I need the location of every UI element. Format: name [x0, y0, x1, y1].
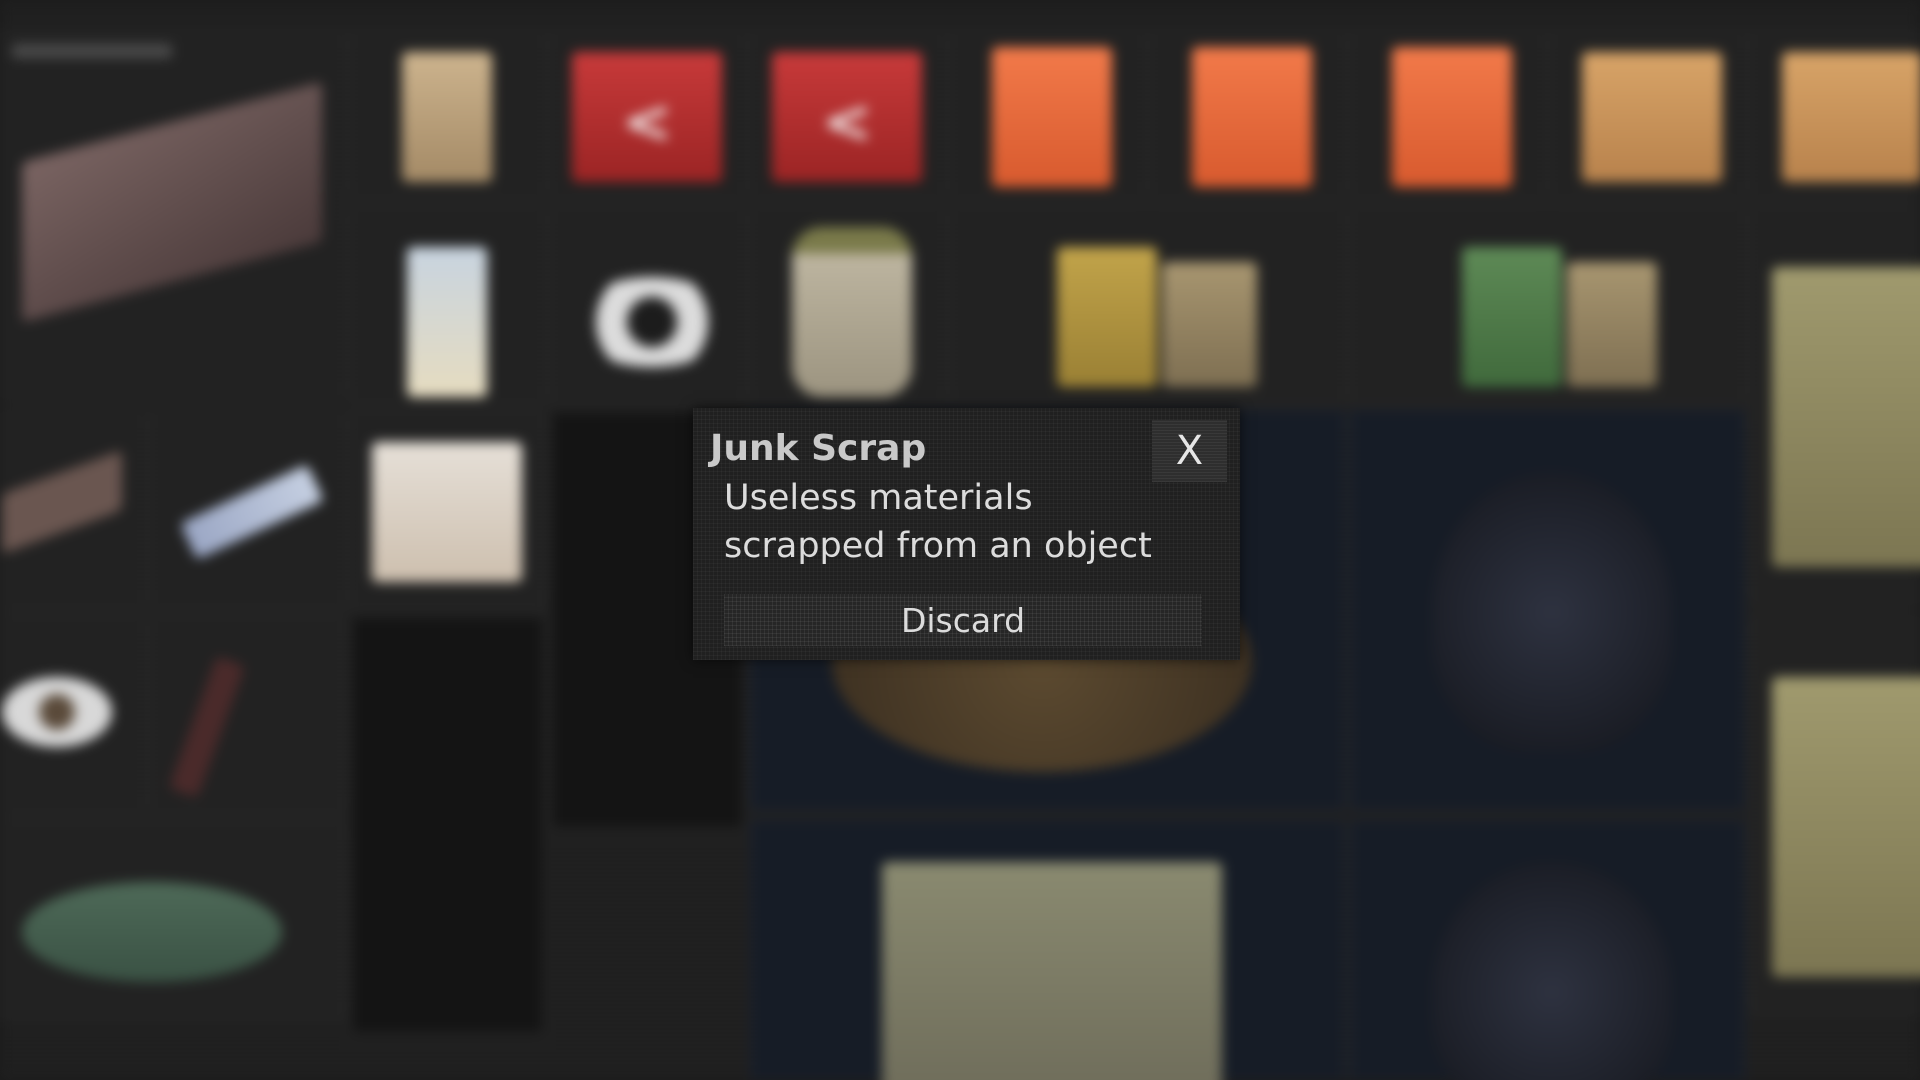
close-icon: X [1175, 428, 1204, 474]
item-info-popup: Junk Scrap X Useless materials scrapped … [693, 408, 1240, 660]
item-description-line: Useless materials [724, 478, 1033, 518]
yellow-box-item [1057, 247, 1157, 387]
inventory-slot[interactable] [1550, 30, 1745, 200]
orange-pack-item [1392, 47, 1512, 187]
inventory-slot[interactable]: < [750, 30, 945, 200]
discard-button-label: Discard [900, 600, 1026, 640]
wood-item [2, 450, 122, 554]
inventory-slot[interactable] [550, 205, 745, 405]
item-label [12, 44, 172, 58]
inventory-slot[interactable]: < [550, 30, 745, 200]
tan-pack-item [1782, 52, 1920, 182]
inventory-slot[interactable] [0, 410, 145, 610]
inventory-slot[interactable] [350, 30, 545, 200]
inventory-slot[interactable] [350, 410, 545, 610]
inventory-slot[interactable] [0, 615, 145, 815]
item-description: Useless materials scrapped from an objec… [724, 474, 1204, 570]
inventory-slot[interactable] [750, 820, 1345, 1080]
inventory-slot-empty[interactable] [350, 615, 545, 1035]
discard-button[interactable]: Discard [724, 594, 1202, 646]
chevron-left-icon: < [822, 87, 873, 157]
gear-icon [572, 277, 732, 367]
close-button[interactable]: X [1152, 420, 1227, 482]
inventory-slot[interactable] [0, 820, 345, 1020]
orange-pack-item [992, 47, 1112, 187]
inventory-slot[interactable] [1750, 30, 1920, 200]
brown-box-item [1162, 262, 1257, 387]
cloth-item [372, 442, 522, 582]
inventory-slot[interactable] [1750, 615, 1920, 1015]
inventory-slot[interactable] [150, 615, 345, 815]
inventory-slot[interactable] [1350, 820, 1745, 1080]
inventory-slot[interactable] [1750, 205, 1920, 605]
wood-planks-item [22, 81, 322, 323]
tape-roll-item [2, 677, 112, 747]
brown-box-item [1567, 262, 1657, 387]
inventory-slot[interactable] [1350, 30, 1545, 200]
ammo-box-item [1772, 677, 1920, 977]
item-title: Junk Scrap [710, 428, 927, 469]
ammo-box-item [1772, 267, 1920, 567]
chevron-left-icon: < [622, 87, 673, 157]
vest-item [882, 862, 1222, 1080]
knife-item [180, 464, 324, 560]
inventory-slot[interactable] [1350, 410, 1745, 810]
stick-item [168, 656, 246, 798]
inventory-slot[interactable] [950, 205, 1345, 405]
inventory-slot[interactable] [750, 205, 945, 405]
tan-pack-item [1582, 52, 1722, 182]
paper-bag-item [402, 52, 492, 182]
inventory-slot[interactable] [150, 410, 345, 610]
orange-pack-item [1192, 47, 1312, 187]
inventory-slot[interactable] [1150, 30, 1345, 200]
bottle-item [407, 247, 487, 397]
inventory-slot[interactable] [350, 205, 545, 405]
item-description-line: scrapped from an object [724, 526, 1152, 566]
helmet-item [1432, 862, 1672, 1080]
inventory-slot[interactable] [1350, 205, 1745, 405]
helmet-item [1432, 472, 1672, 752]
green-box-item [1462, 247, 1562, 387]
cloth-roll-item [22, 882, 282, 982]
jar-item [792, 227, 912, 397]
inventory-slot[interactable] [950, 30, 1145, 200]
game-screen: < < Junk Scrap X Useless materials scrap… [0, 0, 1920, 1080]
inventory-slot-scrap-wood[interactable] [0, 30, 345, 400]
